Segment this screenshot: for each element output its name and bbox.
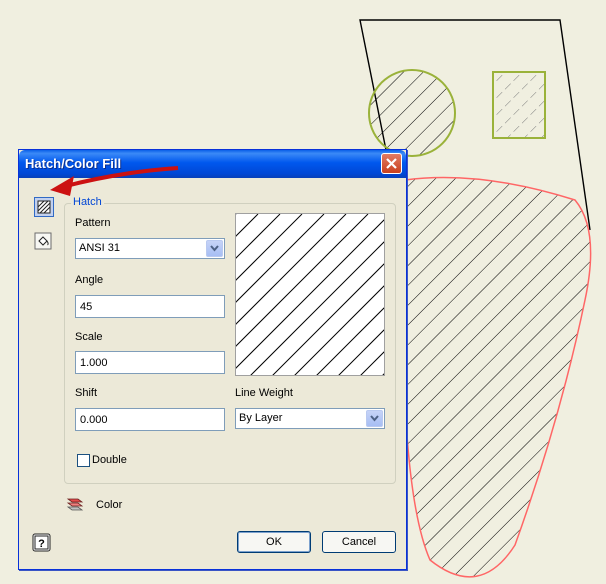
red-annotation-arrow bbox=[50, 166, 179, 196]
